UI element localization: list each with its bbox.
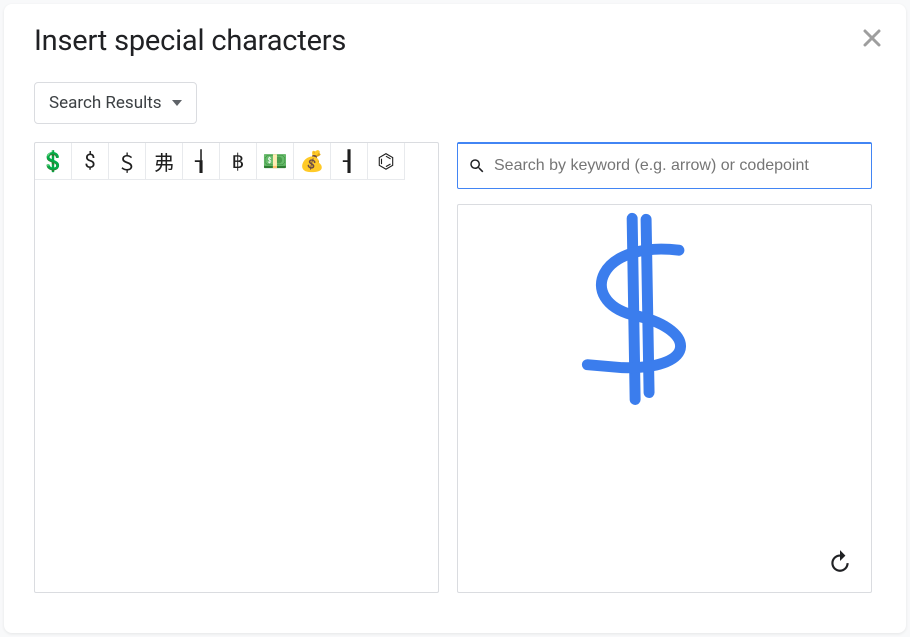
- content-panels: 💲 $ ＄ 弗 ┧ ฿ 💵 💰 ┨ ⌬: [34, 142, 876, 593]
- char-baht-sign[interactable]: ฿: [220, 143, 257, 180]
- char-dollar-sign[interactable]: $: [72, 143, 109, 180]
- close-icon: [863, 29, 881, 47]
- char-benzene-ring[interactable]: ⌬: [368, 143, 405, 180]
- char-box-drawing-2[interactable]: ┨: [331, 143, 368, 180]
- character-grid: 💲 $ ＄ 弗 ┧ ฿ 💵 💰 ┨ ⌬: [35, 143, 438, 180]
- undo-icon: [827, 548, 853, 574]
- right-column: [457, 142, 872, 593]
- undo-button[interactable]: [823, 544, 857, 578]
- category-selected-label: Search Results: [49, 93, 162, 113]
- char-heavy-dollar-sign[interactable]: 💲: [35, 143, 72, 180]
- results-panel: 💲 $ ＄ 弗 ┧ ฿ 💵 💰 ┨ ⌬: [34, 142, 439, 593]
- char-box-drawing[interactable]: ┧: [183, 143, 220, 180]
- close-button[interactable]: [860, 26, 884, 50]
- chevron-down-icon: [172, 100, 182, 106]
- drawing-canvas[interactable]: [457, 204, 872, 593]
- insert-special-characters-dialog: Insert special characters Search Results…: [4, 4, 906, 633]
- category-dropdown[interactable]: Search Results: [34, 82, 197, 124]
- search-box[interactable]: [457, 142, 872, 189]
- search-icon: [468, 157, 486, 175]
- char-money-bag[interactable]: 💰: [294, 143, 331, 180]
- char-dollar-banknote[interactable]: 💵: [257, 143, 294, 180]
- char-fullwidth-dollar-sign[interactable]: ＄: [109, 143, 146, 180]
- user-drawing: [458, 205, 871, 592]
- dialog-title: Insert special characters: [34, 24, 876, 58]
- search-input[interactable]: [494, 157, 861, 175]
- char-cjk-dollar[interactable]: 弗: [146, 143, 183, 180]
